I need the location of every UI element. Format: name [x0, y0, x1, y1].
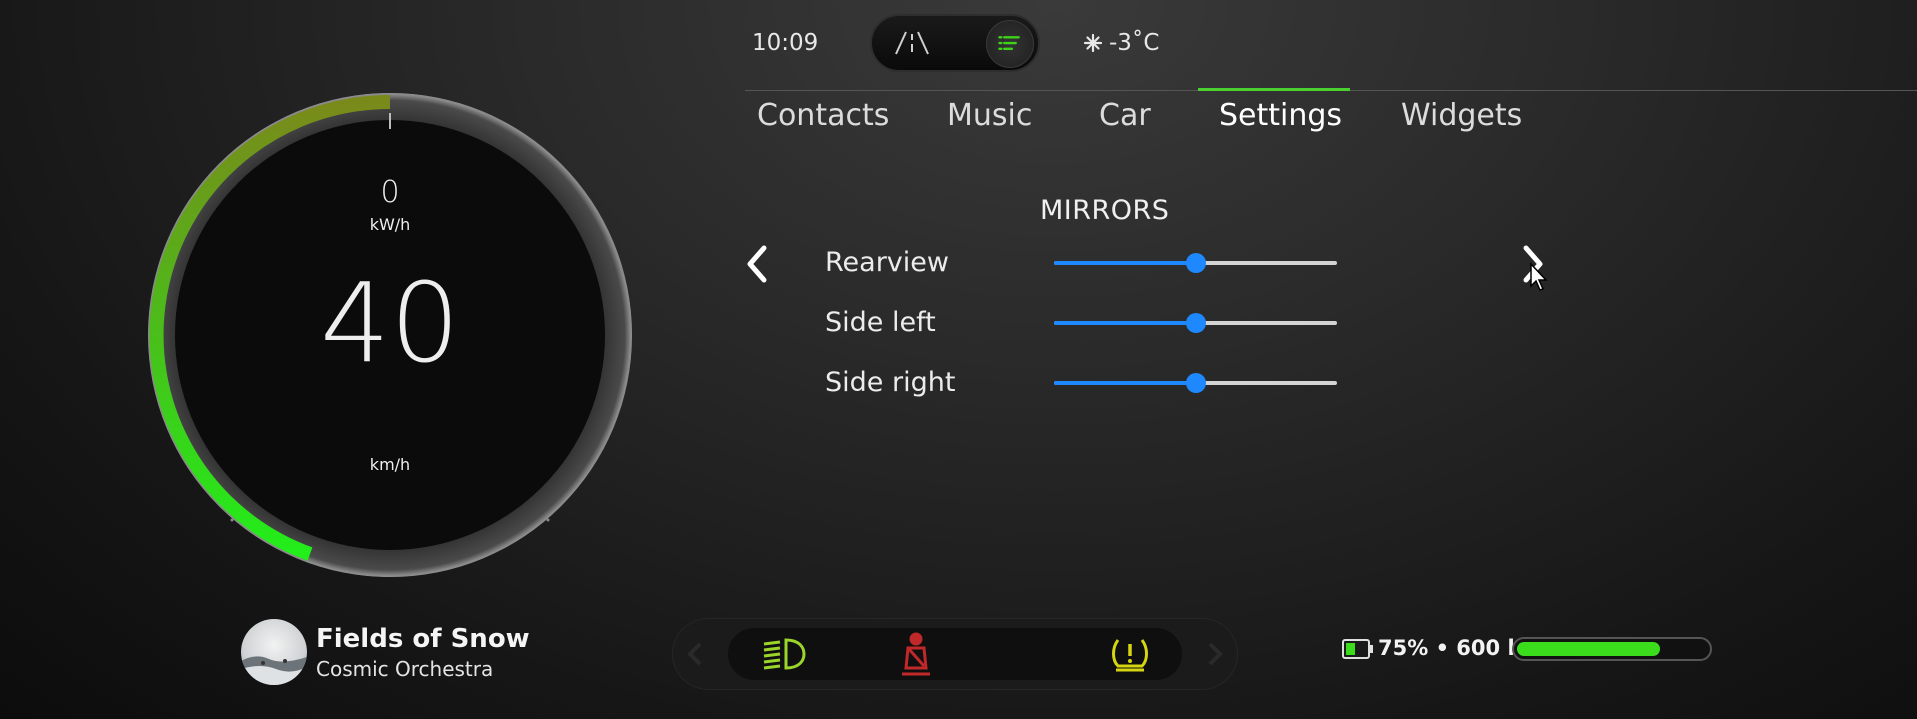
- seatbelt-icon: [902, 632, 930, 676]
- slider-thumb[interactable]: [1185, 373, 1206, 393]
- headlight-icon: [763, 638, 806, 670]
- clock: 10:09: [752, 30, 819, 56]
- song-title: Fields of Snow: [316, 624, 530, 654]
- chevron-right-icon[interactable]: [1206, 642, 1224, 666]
- power-unit: kW/h: [369, 215, 411, 234]
- battery-level-fill: [1517, 642, 1660, 656]
- tab-contacts[interactable]: Contacts: [757, 98, 889, 133]
- warning-lights-panel: [672, 618, 1238, 690]
- side-left-slider[interactable]: [1054, 313, 1337, 333]
- rearview-slider[interactable]: [1054, 253, 1337, 273]
- tab-settings[interactable]: Settings: [1219, 98, 1342, 133]
- temperature-value: -3˚C: [1109, 30, 1160, 56]
- side-right-slider[interactable]: [1054, 373, 1337, 393]
- slider-thumb[interactable]: [1185, 253, 1206, 273]
- list-icon[interactable]: [986, 20, 1034, 68]
- snowflake-icon: [1083, 33, 1103, 53]
- mirror-label-rearview: Rearview: [825, 247, 949, 278]
- mirror-label-side-right: Side right: [825, 367, 956, 398]
- battery-icon: [1342, 639, 1373, 659]
- song-artist: Cosmic Orchestra: [316, 657, 494, 681]
- speed-unit: km/h: [369, 455, 411, 474]
- road-icon[interactable]: [892, 30, 932, 56]
- tire-pressure-icon: [1112, 639, 1148, 672]
- section-title: MIRRORS: [1040, 195, 1170, 226]
- mirror-label-side-left: Side left: [825, 307, 936, 338]
- drive-mode-toggle[interactable]: [870, 14, 1040, 72]
- active-tab-indicator: [1198, 88, 1350, 91]
- tab-music[interactable]: Music: [947, 98, 1032, 133]
- battery-level-bar: [1512, 637, 1712, 661]
- album-art[interactable]: [241, 619, 307, 685]
- chevron-left-icon[interactable]: [738, 240, 778, 288]
- tab-widgets[interactable]: Widgets: [1401, 98, 1522, 133]
- power-value: 0: [380, 175, 400, 210]
- outside-temperature: -3˚C: [1083, 30, 1160, 56]
- mouse-cursor-icon: [1530, 262, 1548, 291]
- chevron-left-icon[interactable]: [686, 642, 704, 666]
- tab-car[interactable]: Car: [1099, 98, 1151, 133]
- slider-thumb[interactable]: [1185, 313, 1206, 333]
- speed-value: 40: [320, 259, 460, 387]
